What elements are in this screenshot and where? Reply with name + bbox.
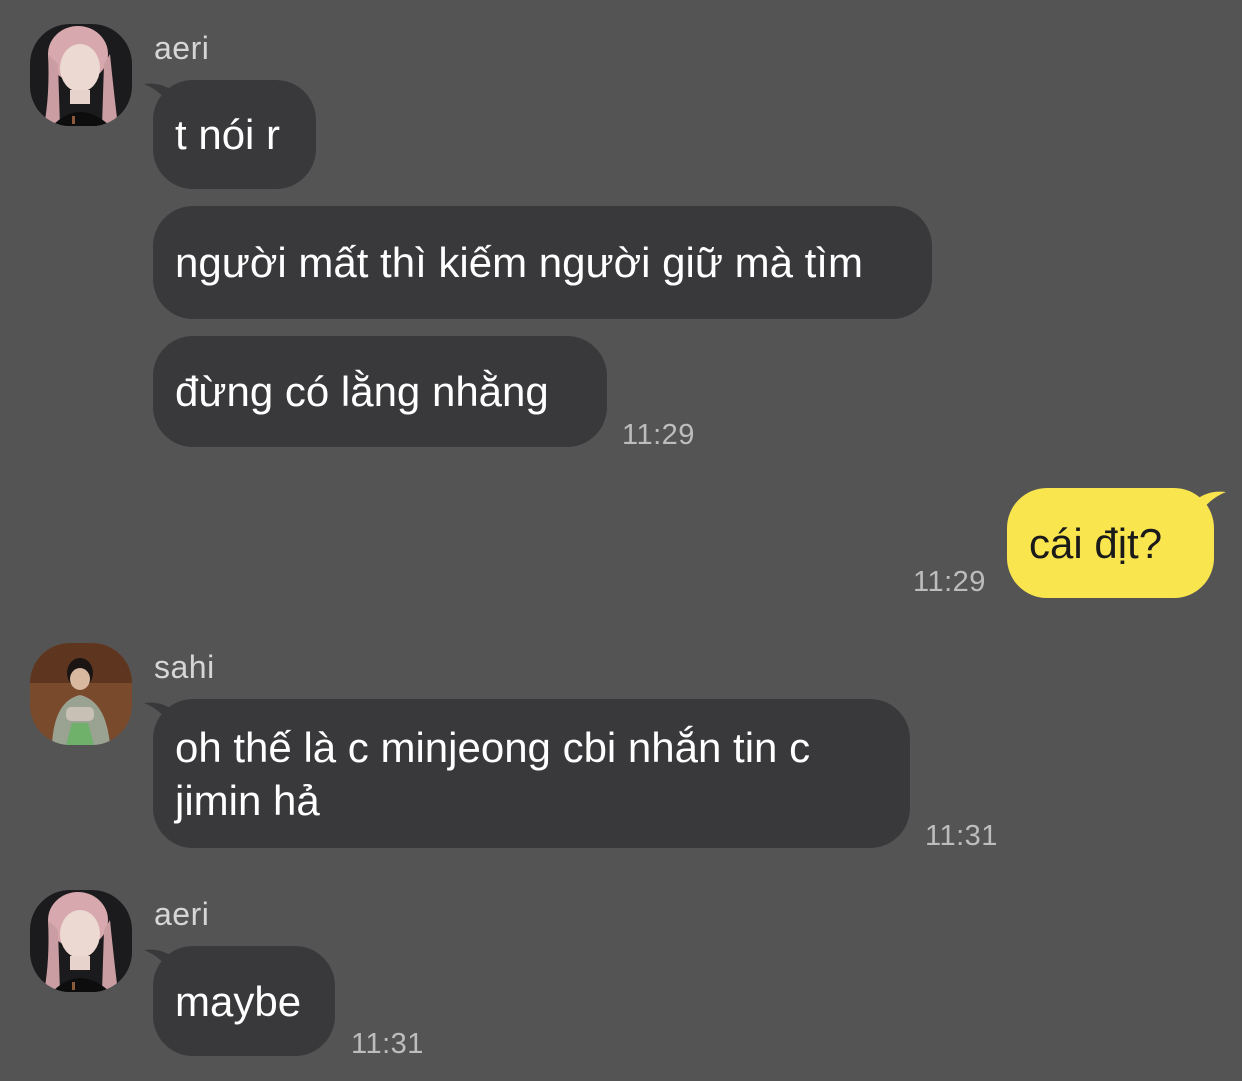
sender-name: aeri — [154, 896, 210, 932]
message-bubble[interactable]: t nói r — [153, 80, 316, 189]
avatar-aeri[interactable] — [30, 24, 132, 126]
chat-thread: aeri t nói r người mất thì kiếm người gi… — [0, 0, 1242, 1081]
my-message-bubble[interactable]: cái địt? — [1007, 488, 1214, 598]
message-bubble[interactable]: đừng có lằng nhằng — [153, 336, 607, 447]
message-bubble[interactable]: người mất thì kiếm người giữ mà tìm — [153, 206, 932, 319]
message-bubble[interactable]: oh thế là c minjeong cbi nhắn tin c jimi… — [153, 699, 910, 848]
message-timestamp: 11:31 — [925, 820, 998, 852]
message-timestamp: 11:29 — [913, 566, 986, 598]
message-timestamp: 11:29 — [622, 419, 695, 451]
avatar-aeri[interactable] — [30, 890, 132, 992]
avatar-sahi[interactable] — [30, 643, 132, 745]
sender-name: sahi — [154, 649, 215, 685]
message-bubble[interactable]: maybe — [153, 946, 335, 1056]
message-timestamp: 11:31 — [351, 1028, 424, 1060]
sender-name: aeri — [154, 30, 210, 66]
bubble-tail — [1196, 491, 1226, 520]
